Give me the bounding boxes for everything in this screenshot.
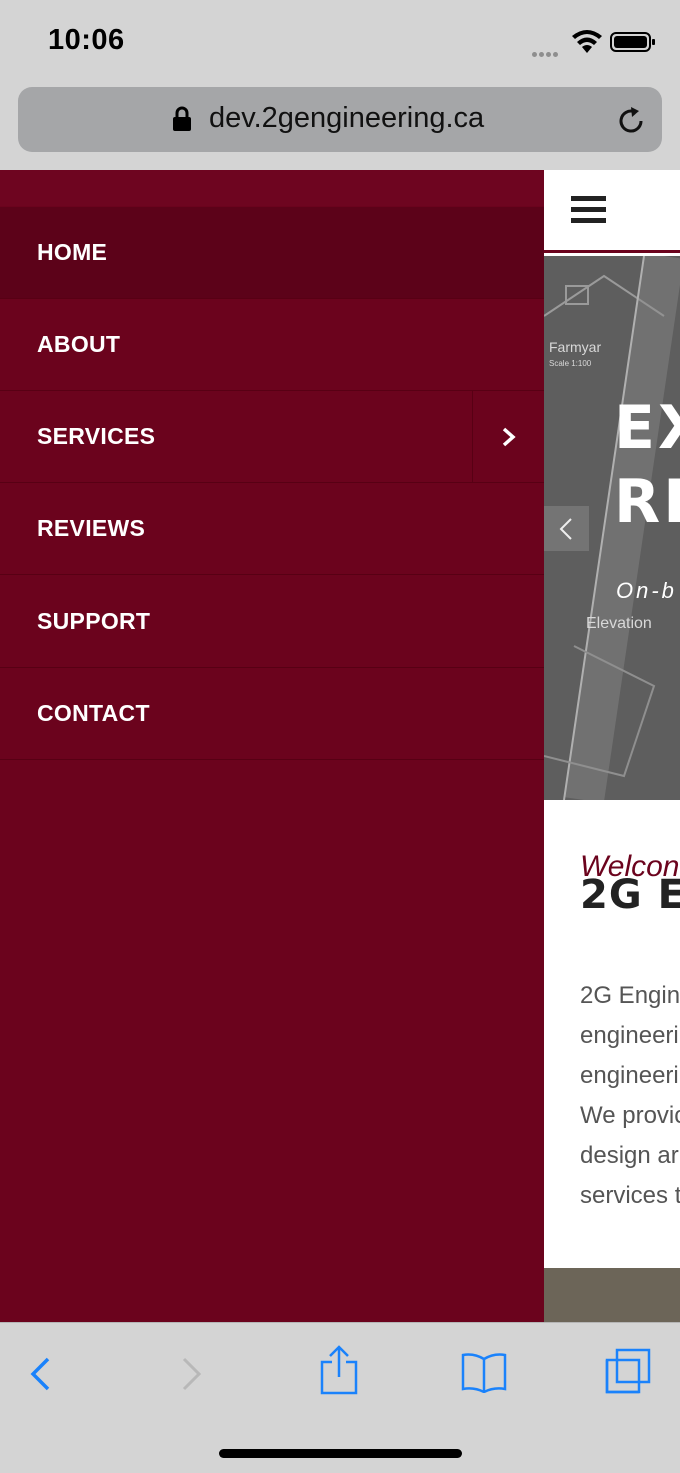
menu-item-label: REVIEWS — [37, 515, 146, 541]
hero-title: EX RE — [614, 393, 680, 537]
share-icon[interactable] — [319, 1345, 359, 1395]
menu-item-services[interactable]: SERVICES — [0, 391, 544, 483]
battery-icon — [610, 32, 655, 52]
welcome-body: 2G Engine engineeri engineeri We provic … — [580, 982, 680, 1209]
tabs-icon[interactable] — [604, 1347, 652, 1395]
back-icon[interactable] — [28, 1356, 52, 1392]
site-header — [544, 170, 680, 253]
hero-subtitle: On-b — [616, 578, 677, 603]
lock-icon — [173, 106, 191, 131]
url-text[interactable]: dev.2gengineering.ca — [209, 102, 484, 135]
next-section-image — [544, 1268, 680, 1322]
sketch-label: Scale 1:100 — [549, 359, 592, 368]
home-indicator — [219, 1449, 462, 1458]
welcome-heading: 2G E — [580, 872, 680, 918]
sketch-label: Farmyar — [549, 339, 601, 355]
menu-item-reviews[interactable]: REVIEWS — [0, 483, 544, 575]
menu-item-label: SUPPORT — [37, 608, 151, 634]
chevron-right-icon — [502, 427, 516, 447]
menu-item-contact[interactable]: CONTACT — [0, 668, 544, 760]
bookmarks-icon[interactable] — [460, 1351, 508, 1393]
status-bar: 10:06 — [0, 0, 680, 80]
services-submenu-toggle[interactable] — [472, 391, 544, 482]
slider-prev-button[interactable] — [544, 506, 589, 551]
side-menu: HOME ABOUT SERVICES REVIEWS SUPPORT CONT… — [0, 170, 544, 1322]
menu-item-label: SERVICES — [37, 423, 156, 449]
page-content: Farmyar Scale 1:100 Elevation EX RE On-b… — [544, 170, 680, 1322]
menu-item-support[interactable]: SUPPORT — [0, 576, 544, 668]
sketch-label: Elevation — [586, 615, 652, 632]
cellular-signal-icon — [532, 44, 566, 57]
hero-slider: Farmyar Scale 1:100 Elevation EX RE On-b — [544, 256, 680, 800]
forward-icon[interactable] — [180, 1356, 204, 1392]
menu-item-label: CONTACT — [37, 700, 150, 726]
reload-icon[interactable] — [617, 106, 647, 136]
menu-item-about[interactable]: ABOUT — [0, 299, 544, 391]
menu-item-label: ABOUT — [37, 331, 121, 357]
menu-item-label: HOME — [37, 239, 108, 265]
wifi-icon — [572, 30, 602, 53]
clock: 10:06 — [48, 24, 125, 56]
menu-item-home[interactable]: HOME — [0, 207, 544, 299]
chevron-left-icon — [559, 518, 572, 540]
hamburger-menu-icon[interactable] — [571, 196, 606, 226]
